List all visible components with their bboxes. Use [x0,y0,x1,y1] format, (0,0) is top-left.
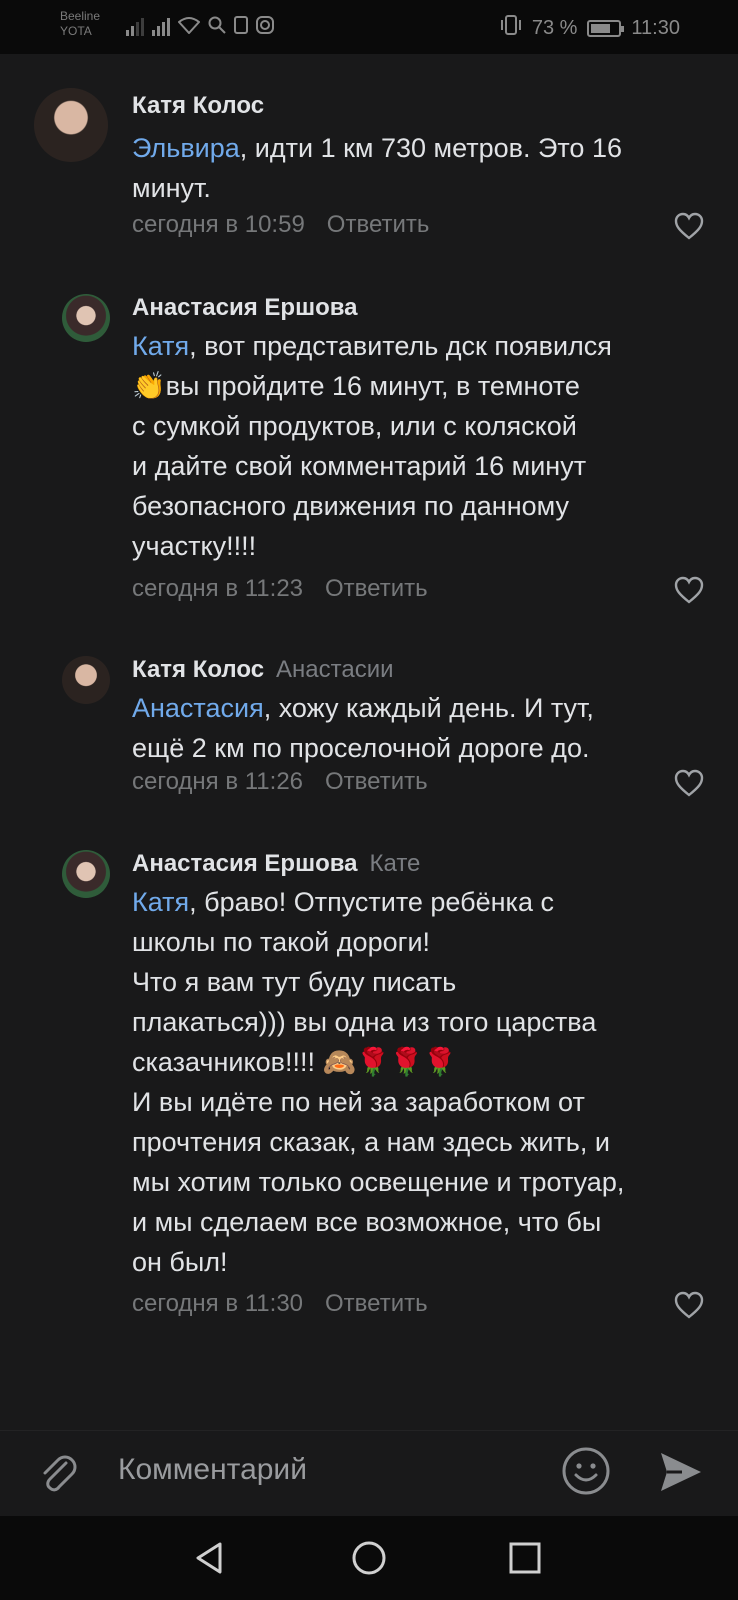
reply-button[interactable]: Ответить [325,575,428,602]
text-line: Эльвира, идти 1 км 730 метров. Это 16 [132,133,622,163]
comment-meta: сегодня в 11:30 Ответить [132,1290,428,1318]
comment-author[interactable]: Катя Колос [132,92,264,120]
comment-composer: Комментарий [0,1430,738,1510]
mention-link[interactable]: Катя [132,887,189,917]
instagram-icon [256,16,274,37]
comment-time: сегодня в 11:23 [132,575,304,602]
text-line: школы по такой дороги! [132,927,431,957]
avatar[interactable] [62,850,110,898]
recents-square-icon[interactable] [505,1538,545,1578]
comment-text: Эльвира, идти 1 км 730 метров. Это 16 ми… [132,128,707,208]
signal-2-icon [152,17,170,36]
reply-to-label[interactable]: Анастасии [276,656,394,683]
heart-icon[interactable] [674,212,704,240]
text-line: он был! [132,1247,228,1277]
comment-author[interactable]: Анастасия Ершова [132,294,358,322]
comment-time: сегодня в 11:26 [132,768,304,795]
text-line: И вы идёте по ней за заработком от [132,1087,585,1117]
signal-1-icon [126,17,144,36]
battery-icon [587,19,625,37]
carrier-2: YOTA [60,24,92,38]
carrier-1: Beeline [60,9,101,23]
mention-link[interactable]: Катя [132,331,189,361]
send-icon[interactable] [658,1449,704,1495]
reply-button[interactable]: Ответить [325,768,428,795]
comment-author[interactable]: Анастасия Ершова Кате [132,850,420,878]
avatar[interactable] [62,656,110,704]
smile-icon[interactable] [560,1445,612,1497]
comment-time: сегодня в 11:30 [132,1290,304,1317]
sim-icon [234,16,248,37]
back-triangle-icon[interactable] [190,1538,230,1578]
heart-icon[interactable] [674,576,704,604]
system-nav-bar [0,1516,738,1600]
text-line: участку!!!! [132,531,257,561]
carrier-labels: Beeline YOTA [60,9,100,39]
text-line: Катя, вот представитель дск появился [132,331,612,361]
comment-text: Катя, вот представитель дск появился 👏вы… [132,326,707,566]
comment-text: Катя, браво! Отпустите ребёнка с школы п… [132,882,707,1282]
vibrate-icon [500,15,522,41]
paperclip-icon[interactable] [36,1451,80,1495]
status-bar: Beeline YOTA 73 % 11:30 [0,0,738,54]
search-icon [208,16,226,37]
text-line: минут. [132,173,211,203]
comment-input[interactable]: Комментарий [118,1453,307,1487]
comment-text: Анастасия, хожу каждый день. И тут, ещё … [132,688,707,768]
heart-icon[interactable] [674,769,704,797]
mention-link[interactable]: Анастасия [132,693,264,723]
wifi-icon [177,16,201,37]
comment-time: сегодня в 10:59 [132,211,305,238]
text-line: с сумкой продуктов, или с коляской [132,411,577,441]
text-line: ещё 2 км по проселочной дороге до. [132,733,590,763]
text-line: Катя, браво! Отпустите ребёнка с [132,887,554,917]
avatar[interactable] [62,294,110,342]
text-line: безопасного движения по данному [132,491,569,521]
text-line: 👏вы пройдите 16 минут, в темноте [132,371,580,401]
comment-meta: сегодня в 10:59 Ответить [132,211,429,239]
status-icons-right: 73 % 11:30 [500,15,680,41]
text-line: мы хотим только освещение и тротуар, [132,1167,625,1197]
text-line: и мы сделаем все возможное, что бы [132,1207,602,1237]
reply-to-label[interactable]: Кате [370,850,421,877]
status-icons-left [126,16,274,37]
reply-button[interactable]: Ответить [325,1290,428,1317]
battery-percent: 73 % [531,16,578,39]
text-line: и дайте свой комментарий 16 минут [132,451,587,481]
comment-meta: сегодня в 11:23 Ответить [132,575,428,603]
text-line: прочтения сказак, а нам здесь жить, и [132,1127,610,1157]
text-line: сказачников!!!! 🙈🌹🌹🌹 [132,1047,457,1077]
text-line: Что я вам тут буду писать [132,967,457,997]
text-line: Анастасия, хожу каждый день. И тут, [132,693,594,723]
avatar[interactable] [34,88,108,162]
mention-link[interactable]: Эльвира [132,133,240,163]
text-line: плакаться))) вы одна из того царства [132,1007,597,1037]
reply-button[interactable]: Ответить [327,211,430,238]
comment-meta: сегодня в 11:26 Ответить [132,768,428,796]
heart-icon[interactable] [674,1291,704,1319]
clock: 11:30 [631,16,680,39]
comment-author[interactable]: Катя Колос Анастасии [132,656,394,684]
home-circle-icon[interactable] [349,1538,389,1578]
